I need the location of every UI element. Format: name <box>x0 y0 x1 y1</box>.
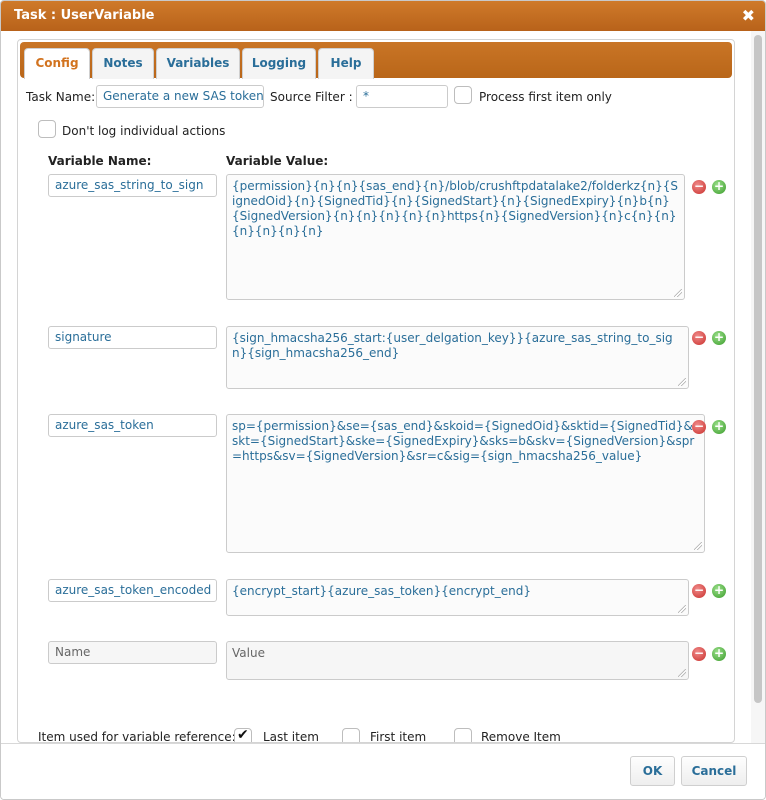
remove-variable-icon[interactable] <box>692 331 706 345</box>
resize-grip-icon[interactable] <box>694 542 702 550</box>
cancel-button[interactable]: Cancel <box>681 756 747 786</box>
last-item-checkbox[interactable] <box>234 727 252 742</box>
dialog-title: Task : UserVariable <box>14 8 155 23</box>
remove-variable-icon[interactable] <box>692 584 706 598</box>
dont-log-checkbox[interactable] <box>38 120 56 138</box>
dialog-footer: OK Cancel <box>1 743 765 799</box>
variable-value-text: {encrypt_start}{azure_sas_token}{encrypt… <box>232 584 531 598</box>
add-variable-icon[interactable] <box>712 420 726 434</box>
dialog-titlebar[interactable]: Task : UserVariable ✖ <box>1 1 765 31</box>
process-first-label: Process first item only <box>479 90 612 104</box>
resize-grip-icon[interactable] <box>678 378 686 386</box>
remove-item-checkbox[interactable] <box>454 728 472 742</box>
remove-variable-icon[interactable] <box>692 180 706 194</box>
remove-item-label: Remove Item <box>481 730 561 743</box>
resize-grip-icon[interactable] <box>678 605 686 613</box>
variable-value-textarea[interactable]: {sign_hmacsha256_start:{user_delgation_k… <box>226 326 689 389</box>
add-variable-icon[interactable] <box>712 647 726 661</box>
new-variable-name-input[interactable]: Name <box>48 641 217 664</box>
process-first-checkbox[interactable] <box>454 86 472 104</box>
first-item-checkbox[interactable] <box>342 728 360 742</box>
remove-variable-icon[interactable] <box>692 420 706 434</box>
variable-name-input[interactable]: azure_sas_token <box>48 414 217 437</box>
variable-value-textarea[interactable]: {encrypt_start}{azure_sas_token}{encrypt… <box>226 579 689 616</box>
last-item-label: Last item <box>263 730 319 743</box>
source-filter-label: Source Filter : <box>270 90 353 104</box>
variable-value-text: sp={permission}&se={sas_end}&skoid={Sign… <box>232 419 695 463</box>
resize-grip-icon[interactable] <box>678 669 686 677</box>
variable-name-input[interactable]: signature <box>48 326 217 349</box>
variable-name-input[interactable]: azure_sas_token_encoded <box>48 579 217 602</box>
add-variable-icon[interactable] <box>712 331 726 345</box>
remove-variable-icon[interactable] <box>692 647 706 661</box>
first-item-label: First item <box>370 730 427 743</box>
variable-name-input[interactable]: azure_sas_string_to_sign <box>48 174 217 197</box>
tab-config[interactable]: Config <box>24 48 90 79</box>
new-variable-value-textarea[interactable]: Value <box>226 641 689 680</box>
variable-value-header: Variable Value: <box>226 154 329 168</box>
tab-variables[interactable]: Variables <box>156 48 240 79</box>
tab-logging[interactable]: Logging <box>242 48 316 79</box>
tab-notes[interactable]: Notes <box>92 48 154 79</box>
variable-value-text: {permission}{n}{n}{sas_end}{n}/blob/crus… <box>232 179 678 238</box>
task-name-label: Task Name: <box>26 90 96 104</box>
variable-value-textarea[interactable]: {permission}{n}{n}{sas_end}{n}/blob/crus… <box>226 174 685 300</box>
task-name-input[interactable]: Generate a new SAS token <box>96 85 264 108</box>
resize-grip-icon[interactable] <box>674 289 682 297</box>
user-variable-dialog: Task : UserVariable ✖ Config Notes Varia… <box>0 0 766 800</box>
config-panel: Config Notes Variables Logging Help Task… <box>17 39 735 743</box>
close-icon[interactable]: ✖ <box>742 6 755 25</box>
scrollbar-thumb[interactable] <box>754 35 762 703</box>
tab-help[interactable]: Help <box>318 48 374 79</box>
scrollbar[interactable] <box>751 31 765 743</box>
ok-button[interactable]: OK <box>630 756 675 786</box>
variable-name-header: Variable Name: <box>48 154 152 168</box>
new-variable-value-placeholder: Value <box>232 646 265 660</box>
add-variable-icon[interactable] <box>712 584 726 598</box>
tab-bar: Config Notes Variables Logging Help <box>20 42 732 79</box>
source-filter-input[interactable]: * <box>356 85 448 108</box>
reference-label: Item used for variable reference: <box>38 730 236 743</box>
dont-log-label: Don't log individual actions <box>62 124 226 138</box>
add-variable-icon[interactable] <box>712 180 726 194</box>
variable-value-text: {sign_hmacsha256_start:{user_delgation_k… <box>232 331 673 360</box>
variable-value-textarea[interactable]: sp={permission}&se={sas_end}&skoid={Sign… <box>226 414 705 553</box>
